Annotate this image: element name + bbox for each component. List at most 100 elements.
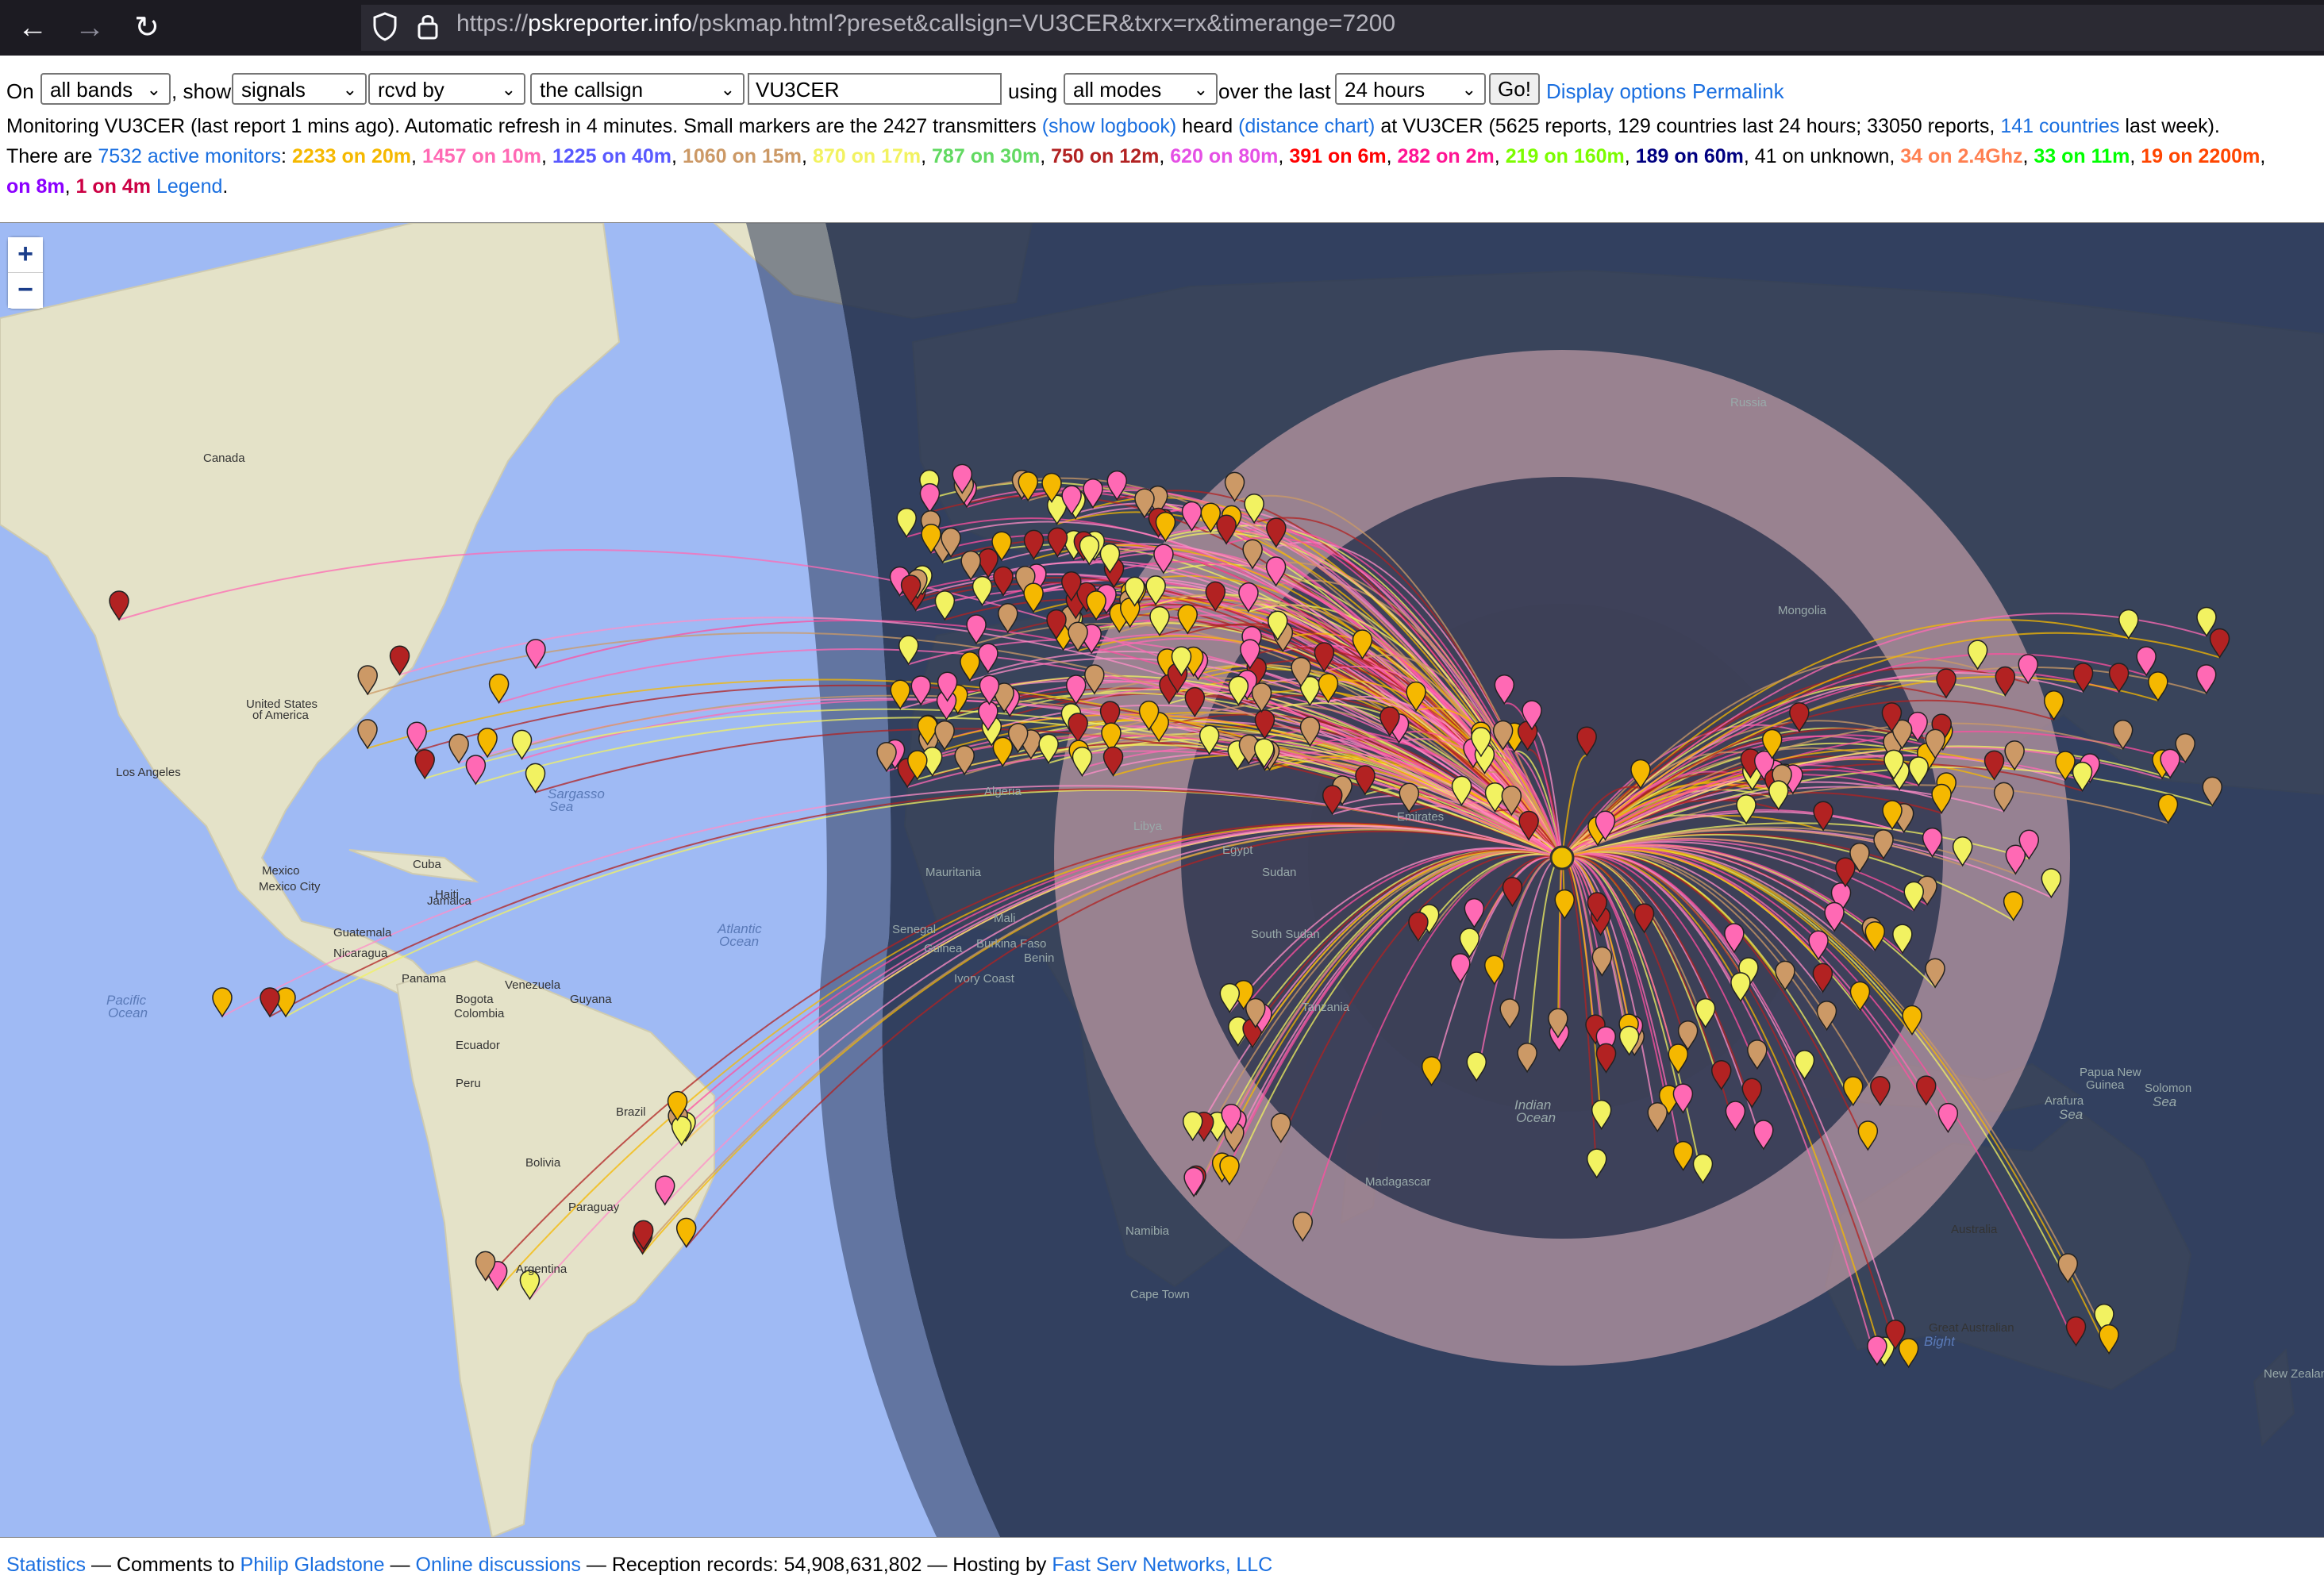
station-marker-icon[interactable] [406, 721, 427, 752]
countries-link[interactable]: 141 countries [2000, 115, 2119, 137]
map-label: Mongolia [1778, 604, 1826, 617]
using-label: using [1008, 79, 1058, 103]
station-marker-icon[interactable] [525, 763, 546, 794]
author-link[interactable]: Philip Gladstone [240, 1554, 385, 1576]
map-label: Ocean [719, 934, 760, 949]
zoom-control: + − [8, 237, 43, 309]
there-are-text: There are [6, 145, 93, 167]
band-count: 33 on 11m [2034, 145, 2130, 167]
show-label: , show [171, 79, 232, 103]
lock-icon[interactable] [414, 11, 441, 41]
band-count: 391 on 6m [1289, 145, 1387, 167]
chevron-down-icon: ⌄ [1193, 79, 1208, 99]
map-label: Guyana [570, 993, 612, 1006]
chevron-down-icon: ⌄ [342, 79, 357, 99]
hosting-link[interactable]: Fast Serv Networks, LLC [1052, 1554, 1272, 1576]
statistics-link[interactable]: Statistics [6, 1554, 86, 1576]
map-label: Bight [1924, 1334, 1955, 1349]
map-canvas[interactable] [0, 223, 2324, 1537]
display-options-link[interactable]: Display options [1546, 79, 1686, 104]
station-marker-icon[interactable] [414, 749, 435, 780]
station-marker-icon[interactable] [525, 639, 546, 670]
map-label: Guinea [924, 942, 963, 955]
on-label: On [6, 79, 34, 103]
station-marker-icon[interactable] [465, 755, 487, 786]
map-label: Burkina Faso [976, 937, 1047, 951]
map-label: Sea [2059, 1107, 2084, 1122]
map-label: Sudan [1262, 866, 1297, 879]
callsign-input[interactable]: VU3CER [748, 73, 1002, 105]
receiver-icon [1549, 845, 1575, 870]
url-text[interactable]: https://pskreporter.info/pskmap.html?pre… [456, 10, 1395, 37]
reception-records-text: — Reception records: 54,908,631,802 — Ho… [580, 1554, 1052, 1576]
legend-link[interactable]: Legend [156, 175, 222, 198]
target-select[interactable]: the callsign ⌄ [530, 73, 745, 105]
browser-toolbar: ← → ↻ https://pskreporter.info/pskmap.ht… [0, 0, 2324, 56]
active-monitors-link[interactable]: 7532 active monitors [98, 145, 281, 167]
zoom-out-button[interactable]: − [8, 273, 43, 308]
band-count: 1457 on 10m [421, 145, 542, 167]
last-week-text: last week). [2125, 115, 2220, 137]
unknown-count: 41 on unknown [1754, 145, 1890, 167]
band-count: 1060 on 15m [682, 145, 802, 167]
map-label: Colombia [454, 1007, 505, 1020]
station-marker-icon[interactable] [488, 673, 510, 705]
band-count: 189 on 60m [1635, 145, 1744, 167]
monitors-line-2: on 8m, 1 on 4m Legend. [6, 175, 229, 198]
show-select[interactable]: signals ⌄ [232, 73, 367, 105]
band-count: 1225 on 40m [552, 145, 672, 167]
map-label: Ecuador [456, 1039, 500, 1052]
station-marker-icon[interactable] [448, 733, 469, 764]
map-label: Nicaragua [333, 947, 388, 960]
map-label: Arafura [2045, 1094, 2084, 1108]
show-logbook-link[interactable]: (show logbook) [1042, 115, 1177, 137]
band-count: 219 on 160m [1505, 145, 1625, 167]
map-label: Mexico City [259, 880, 321, 893]
map-label: Cuba [413, 858, 441, 871]
band-count: 787 on 30m [932, 145, 1041, 167]
forward-arrow-icon[interactable]: → [70, 8, 110, 48]
map-label: Cape Town [1130, 1288, 1190, 1301]
zoom-in-button[interactable]: + [8, 237, 43, 273]
map-label: Sea [2153, 1094, 2177, 1109]
map-label: Senegal [892, 923, 937, 936]
go-button[interactable]: Go! [1489, 73, 1540, 105]
footer: Statistics — Comments to Philip Gladston… [6, 1554, 1272, 1577]
map-label: Ivory Coast [954, 972, 1014, 986]
band-count: 2233 on 20m [291, 145, 412, 167]
band-count: 34 on 2.4Ghz [1900, 145, 2023, 167]
report-counts-text: at VU3CER (5625 reports, 129 countries l… [1380, 115, 1995, 137]
permalink-link[interactable]: Permalink [1692, 79, 1784, 104]
receiver-marker [1549, 845, 1575, 870]
band-select[interactable]: all bands ⌄ [40, 73, 171, 105]
map-label: Canada [203, 452, 245, 465]
map-label: Namibia [1125, 1224, 1170, 1238]
map-label: Sea [549, 799, 574, 814]
band-count: 19 on 2200m [2141, 145, 2261, 167]
chevron-down-icon: ⌄ [720, 79, 735, 99]
online-discussions-link[interactable]: Online discussions [416, 1554, 581, 1576]
map-label: New Zealand [2264, 1367, 2324, 1381]
map-label: Mexico [262, 864, 300, 878]
reload-icon[interactable]: ↻ [127, 8, 167, 48]
footer-text: — [384, 1554, 416, 1576]
band-count: 1 on 4m [75, 175, 152, 198]
colon-text: : [281, 145, 287, 167]
map-label: Bogota [456, 993, 494, 1006]
band-counts: on 8m, 1 on 4m [6, 175, 152, 198]
map-label: Guatemala [333, 926, 392, 940]
distance-chart-link[interactable]: (distance chart) [1238, 115, 1375, 137]
band-counts: 34 on 2.4Ghz, 33 on 11m, 19 on 2200m, [1900, 145, 2266, 167]
map-label: Great Australian [1929, 1321, 2014, 1335]
monitoring-status: Monitoring VU3CER (last report 1 mins ag… [6, 114, 2220, 138]
shield-icon[interactable] [371, 11, 398, 41]
direction-select[interactable]: rcvd by ⌄ [368, 73, 525, 105]
band-count: 282 on 2m [1397, 145, 1495, 167]
mode-select[interactable]: all modes ⌄ [1064, 73, 1218, 105]
chevron-down-icon: ⌄ [1461, 79, 1476, 99]
back-arrow-icon[interactable]: ← [13, 8, 52, 48]
time-select[interactable]: 24 hours ⌄ [1335, 73, 1486, 105]
station-marker-icon[interactable] [357, 719, 378, 750]
propagation-map[interactable]: Canada United States of America Los Angeles… [0, 222, 2324, 1538]
band-count: 870 on 17m [812, 145, 922, 167]
